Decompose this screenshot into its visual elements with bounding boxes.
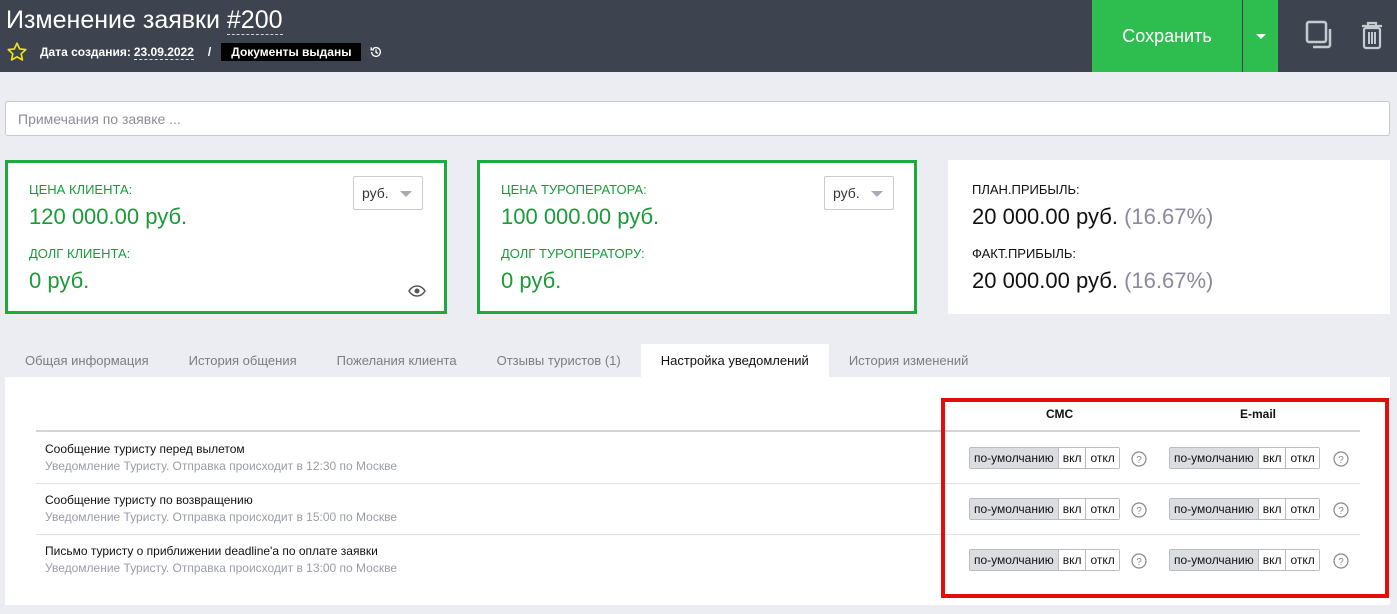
trash-icon[interactable] [1360,20,1384,50]
chevron-down-icon [1255,33,1266,39]
fact-profit-value: 20 000.00 руб. (16.67%) [972,268,1213,294]
operator-debt-label: ДОЛГ ТУРОПЕРАТОРУ: [501,246,645,261]
notification-description: Уведомление Туристу. Отправка происходит… [45,459,398,473]
request-number[interactable]: #200 [226,6,283,35]
tab-bar: Общая информация История общения Пожелан… [5,344,988,377]
star-icon[interactable] [6,41,28,63]
tab-communication-history[interactable]: История общения [169,344,317,377]
tab-notification-settings[interactable]: Настройка уведомлений [640,344,829,377]
client-price-card: ЦЕНА КЛИЕНТА: 120 000.00 руб. ДОЛГ КЛИЕН… [5,160,447,314]
operator-price-value: 100 000.00 руб. [501,204,660,229]
save-options-dropdown[interactable] [1243,0,1278,72]
tab-change-history[interactable]: История изменений [829,344,989,377]
page-header: Изменение заявки #200 Дата создания: 23.… [0,0,1397,72]
operator-price-card: ЦЕНА ТУРОПЕРАТОРА: 100 000.00 руб. ДОЛГ … [477,160,917,314]
tab-general-info[interactable]: Общая информация [5,344,169,377]
date-value[interactable]: 23.09.2022 [133,45,194,60]
notes-input[interactable] [6,102,1389,135]
history-icon[interactable] [369,45,383,59]
chevron-down-icon [871,191,883,197]
save-button[interactable]: Сохранить [1092,0,1242,72]
highlight-box [941,398,1389,598]
client-currency-value: руб. [362,185,389,201]
separator: / [207,45,212,59]
fact-profit-amount: 20 000.00 руб. [972,268,1118,293]
plan-profit-label: ПЛАН.ПРИБЫЛЬ: [972,182,1080,197]
profit-card: ПЛАН.ПРИБЫЛЬ: 20 000.00 руб. (16.67%) ФА… [948,160,1390,314]
operator-price-label: ЦЕНА ТУРОПЕРАТОРА: [501,182,647,197]
chevron-down-icon [400,191,412,197]
operator-currency-select[interactable]: руб. [824,176,894,210]
client-debt-label: ДОЛГ КЛИЕНТА: [29,246,131,261]
fact-profit-percent: (16.67%) [1124,268,1214,293]
eye-icon[interactable] [408,284,426,298]
tab-client-wishes[interactable]: Пожелания клиента [317,344,477,377]
request-meta: Дата создания: 23.09.2022 / Документы вы… [6,42,383,62]
notification-description: Уведомление Туристу. Отправка происходит… [45,510,398,524]
plan-profit-percent: (16.67%) [1124,204,1214,229]
notification-description: Уведомление Туристу. Отправка происходит… [45,561,398,575]
client-debt-value: 0 руб. [29,268,90,293]
operator-debt-value: 0 руб. [501,268,562,293]
plan-profit-amount: 20 000.00 руб. [972,204,1118,229]
fact-profit-label: ФАКТ.ПРИБЫЛЬ: [972,246,1077,261]
date-label: Дата создания: [40,45,131,59]
notification-title: Письмо туристу о приближении deadline'а … [45,544,378,558]
operator-currency-value: руб. [833,185,860,201]
client-price-value: 120 000.00 руб. [29,204,188,229]
notification-title: Сообщение туристу перед вылетом [45,442,245,456]
page-title: Изменение заявки #200 [6,6,283,35]
notification-title: Сообщение туристу по возвращению [45,493,253,507]
client-price-label: ЦЕНА КЛИЕНТА: [29,182,133,197]
title-text: Изменение заявки [6,6,227,34]
tab-tourist-reviews[interactable]: Отзывы туристов (1) [477,344,641,377]
plan-profit-value: 20 000.00 руб. (16.67%) [972,204,1213,230]
copy-icon[interactable] [1305,20,1333,50]
notes-field[interactable] [5,101,1390,136]
status-badge[interactable]: Документы выданы [221,43,362,61]
client-currency-select[interactable]: руб. [353,176,423,210]
